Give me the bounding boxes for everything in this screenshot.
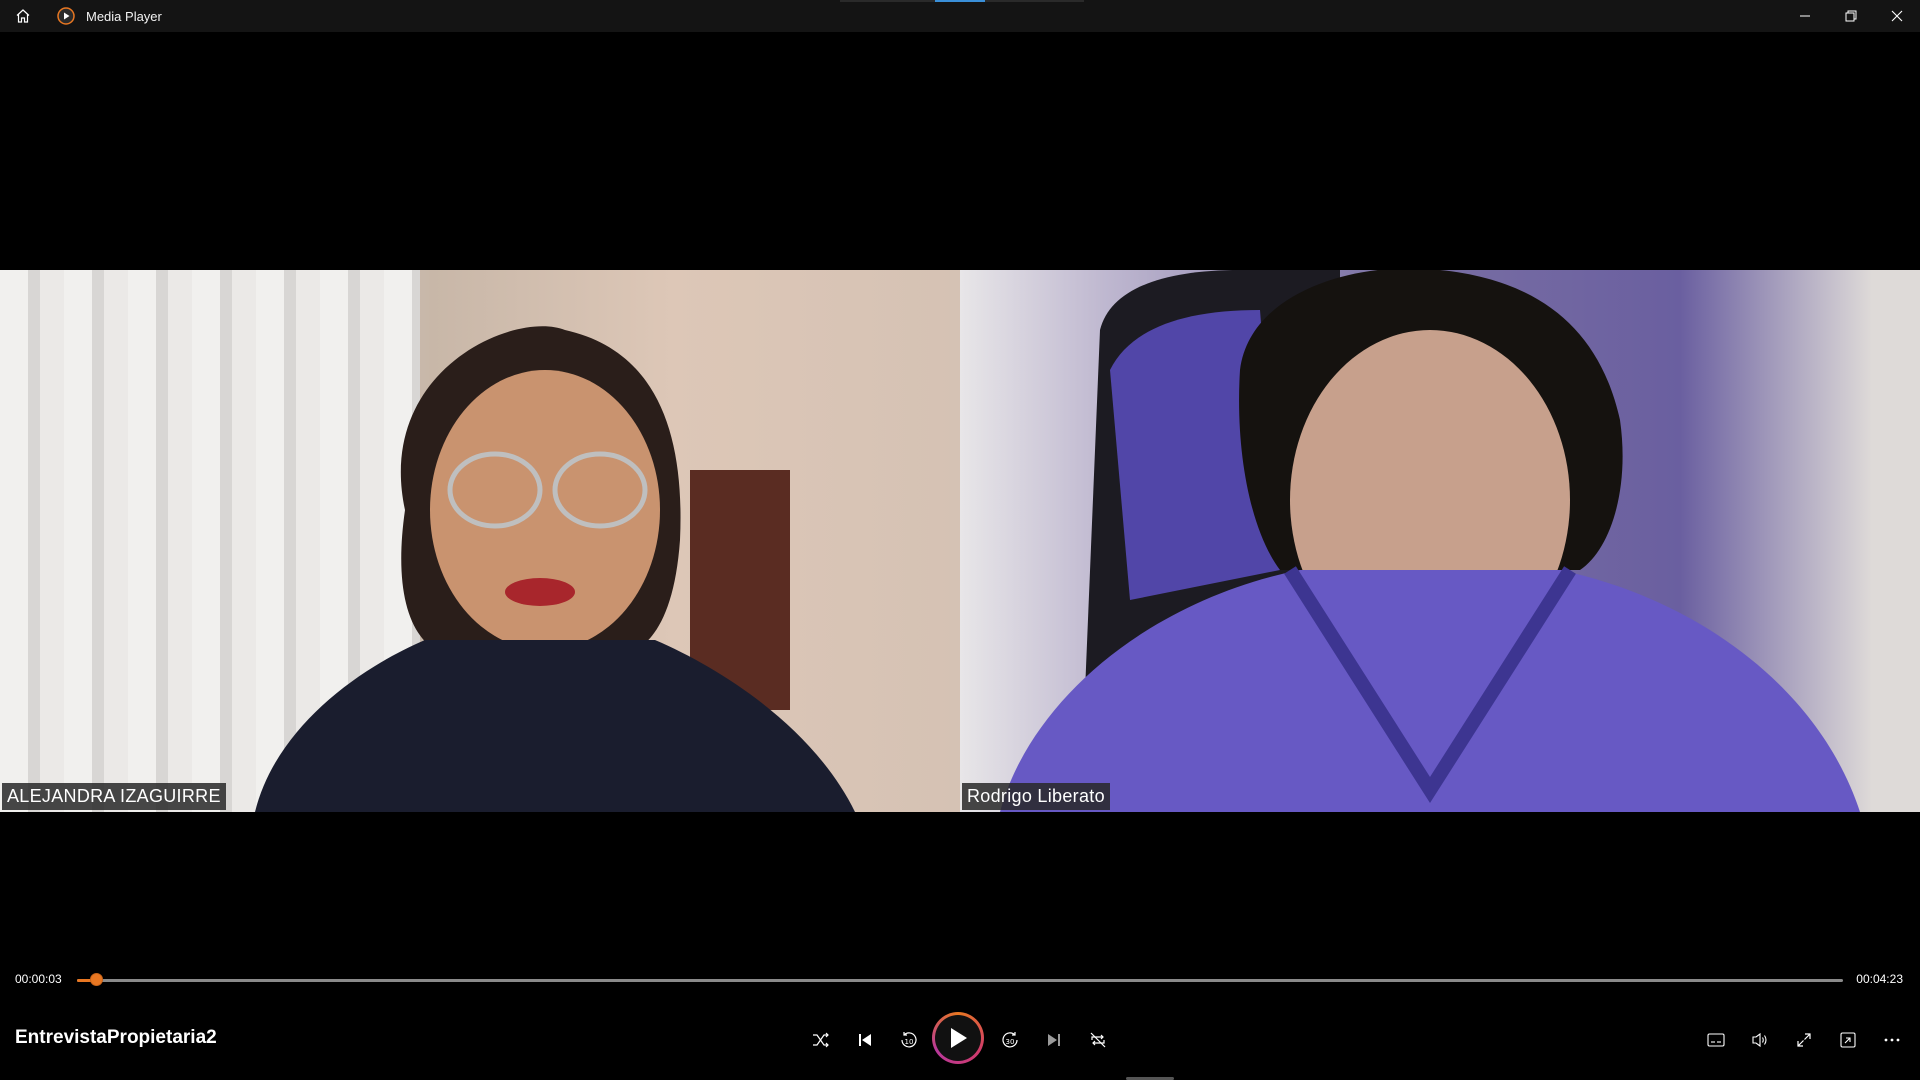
miniplayer-icon [1840,1032,1856,1048]
participant-name-left: ALEJANDRA IZAGUIRRE [2,783,226,810]
close-icon [1891,10,1903,22]
participant-figure-left [255,326,855,812]
center-controls: 10 30 [0,1012,1920,1068]
captions-icon [1707,1033,1725,1047]
title-bar: Media Player [0,0,1920,32]
play-icon [951,1028,967,1048]
participant-video-right: Rodrigo Liberato [960,270,1920,812]
previous-button[interactable] [845,1020,885,1060]
skip-back-10-button[interactable]: 10 [889,1020,929,1060]
participant-name-right: Rodrigo Liberato [962,783,1110,810]
volume-icon [1752,1032,1767,1048]
shuffle-icon [813,1032,829,1048]
video-surface[interactable]: ALEJANDRA IZAGUIRRE Rodrigo Liberato [0,32,1920,964]
previous-icon [859,1034,871,1046]
more-icon [1884,1038,1900,1042]
restore-icon [1845,10,1857,22]
close-button[interactable] [1874,0,1920,32]
next-icon [1048,1034,1060,1046]
media-player-app-icon [56,6,76,26]
fullscreen-button[interactable] [1782,1020,1826,1060]
seek-thumb[interactable] [90,973,103,986]
window-title: Media Player [86,8,162,24]
repeat-off-icon [1090,1032,1106,1048]
play-button[interactable] [935,1015,981,1061]
home-button[interactable] [0,0,46,32]
skip-forward-30-icon: 30 [1002,1032,1018,1048]
svg-text:30: 30 [1006,1038,1015,1046]
minimize-button[interactable] [1782,0,1828,32]
skip-back-10-icon: 10 [901,1032,917,1048]
participant-video-left: ALEJANDRA IZAGUIRRE [0,270,960,812]
seek-bar-row: 00:00:03 00:04:23 [0,964,1920,994]
miniplayer-button[interactable] [1826,1020,1870,1060]
repeat-button[interactable] [1078,1020,1118,1060]
svg-text:10: 10 [905,1038,914,1046]
skip-forward-30-button[interactable]: 30 [990,1020,1030,1060]
restore-button[interactable] [1828,0,1874,32]
captions-button[interactable] [1694,1020,1738,1060]
next-button[interactable] [1034,1020,1074,1060]
tab-indicator-active [935,0,985,2]
shuffle-button[interactable] [801,1020,841,1060]
transport-controls: EntrevistaPropietaria2 10 30 [0,1004,1920,1074]
fullscreen-icon [1797,1033,1811,1047]
window-controls [1782,0,1920,32]
right-controls [1694,1012,1914,1068]
more-options-button[interactable] [1870,1020,1914,1060]
seek-slider[interactable] [77,973,1843,986]
home-icon [16,9,30,23]
volume-button[interactable] [1738,1020,1782,1060]
current-time: 00:00:03 [15,972,62,986]
participant-figure-right [1000,270,1860,812]
total-time: 00:04:23 [1856,972,1903,986]
minimize-icon [1800,15,1810,17]
